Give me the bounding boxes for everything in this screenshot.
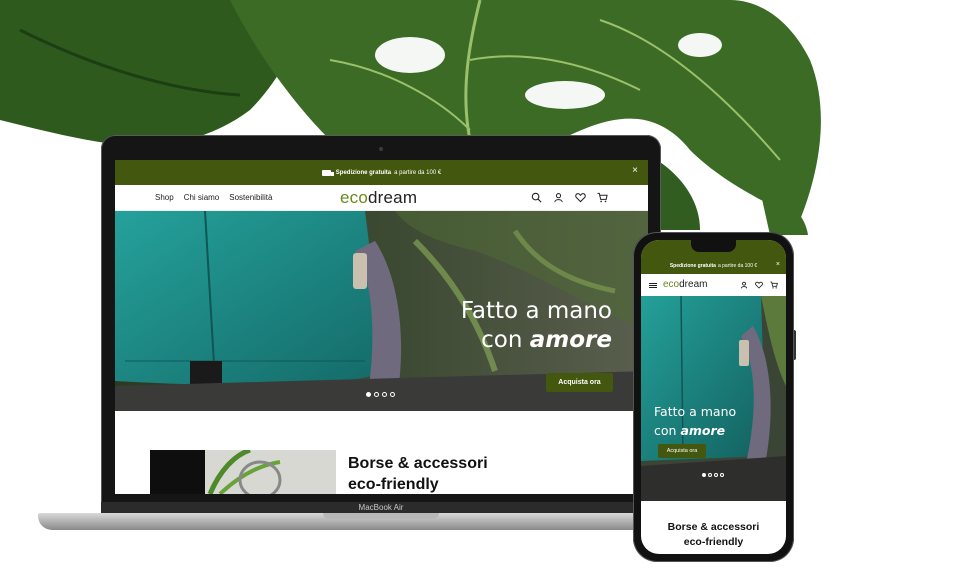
heart-icon[interactable] [575, 192, 586, 203]
carousel-dot[interactable] [382, 392, 387, 397]
mobile-logo[interactable]: ecodream [663, 279, 707, 290]
hero-banner: Fatto a mano con amore Acquista ora [115, 211, 648, 411]
hero-title-line1: Fatto a mano [460, 298, 612, 324]
laptop-model-label: MacBook Air [101, 502, 661, 513]
carousel-dot[interactable] [390, 392, 395, 397]
logo-dream: dream [368, 188, 418, 207]
carousel-dot[interactable] [366, 392, 371, 397]
carousel-dots [366, 392, 395, 397]
section-title-line1: Borse & accessori [348, 455, 488, 472]
truck-icon [321, 169, 334, 176]
nav-link-sostenibilita[interactable]: Sostenibilità [229, 193, 272, 202]
heart-icon[interactable] [755, 281, 763, 289]
close-icon[interactable]: × [632, 165, 638, 176]
shop-now-button[interactable]: Acquista ora [546, 373, 613, 392]
user-icon[interactable] [553, 192, 564, 203]
user-icon[interactable] [740, 281, 748, 289]
mobile-shop-now-button[interactable]: Acquista ora [658, 444, 706, 458]
section-title-line2: eco-friendly [348, 476, 439, 493]
nav-link-chi-siamo[interactable]: Chi siamo [184, 193, 220, 202]
laptop-notch [323, 513, 439, 519]
laptop-base [38, 513, 724, 530]
laptop-camera [379, 147, 383, 151]
mobile-section-title-line1: Borse & accessori [667, 521, 760, 533]
mobile-hero-title-plain: con [654, 423, 677, 438]
laptop-frame: Spedizione gratuita a partire da 100 € ×… [101, 135, 661, 519]
close-icon[interactable]: × [776, 261, 780, 268]
mobile-hero-bag-image [641, 296, 786, 501]
mobile-announcement-bar: Spedizione gratuita a partire da 100 € × [641, 258, 786, 274]
carousel-dot[interactable] [374, 392, 379, 397]
hero-title-emph: amore [529, 327, 612, 353]
carousel-dot[interactable] [714, 473, 718, 477]
cart-icon[interactable] [597, 192, 608, 203]
mobile-hero-title-emph: amore [680, 423, 726, 438]
mobile-section-title-line2: eco-friendly [683, 536, 744, 548]
hamburger-menu-icon[interactable] [649, 283, 657, 288]
logo-eco: eco [663, 279, 680, 290]
mobile-announcement-text: a partire da 100 € [717, 263, 758, 269]
mobile-section-title: Borse & accessori eco-friendly [641, 520, 786, 550]
announcement-bold: Spedizione gratuita [335, 169, 392, 176]
phone-frame: Spedizione gratuita a partire da 100 € ×… [633, 232, 794, 562]
phone-notch [691, 240, 736, 252]
mobile-carousel-dots [702, 473, 724, 477]
carousel-dot[interactable] [720, 473, 724, 477]
mobile-hero-title: Fatto a mano con amore [654, 402, 736, 440]
carousel-dot[interactable] [708, 473, 712, 477]
hero-title-plain: con [481, 327, 523, 353]
mobile-announcement-bold: Spedizione gratuita [669, 263, 716, 269]
mobile-hero-title-line1: Fatto a mano [654, 404, 737, 419]
carousel-dot[interactable] [702, 473, 706, 477]
phone-screen: Spedizione gratuita a partire da 100 € ×… [641, 240, 786, 554]
logo[interactable]: ecodream [340, 188, 417, 208]
hero-title: Fatto a mano con amore [461, 297, 612, 355]
cart-icon[interactable] [770, 281, 778, 289]
mobile-header: ecodream [641, 274, 786, 296]
featured-image [150, 450, 336, 494]
featured-section: Borse & accessori eco-friendly [115, 411, 648, 494]
logo-eco: eco [340, 188, 369, 207]
mobile-hero-banner: Fatto a mano con amore Acquista ora [641, 296, 786, 501]
nav-link-shop[interactable]: Shop [155, 193, 174, 202]
logo-dream: dream [679, 279, 708, 290]
laptop-screen: Spedizione gratuita a partire da 100 € ×… [115, 160, 648, 494]
search-icon[interactable] [531, 192, 542, 203]
header-nav: Shop Chi siamo Sostenibilità ecodream [115, 185, 648, 211]
announcement-text: a partire da 100 € [394, 169, 442, 176]
announcement-bar: Spedizione gratuita a partire da 100 € × [115, 160, 648, 185]
